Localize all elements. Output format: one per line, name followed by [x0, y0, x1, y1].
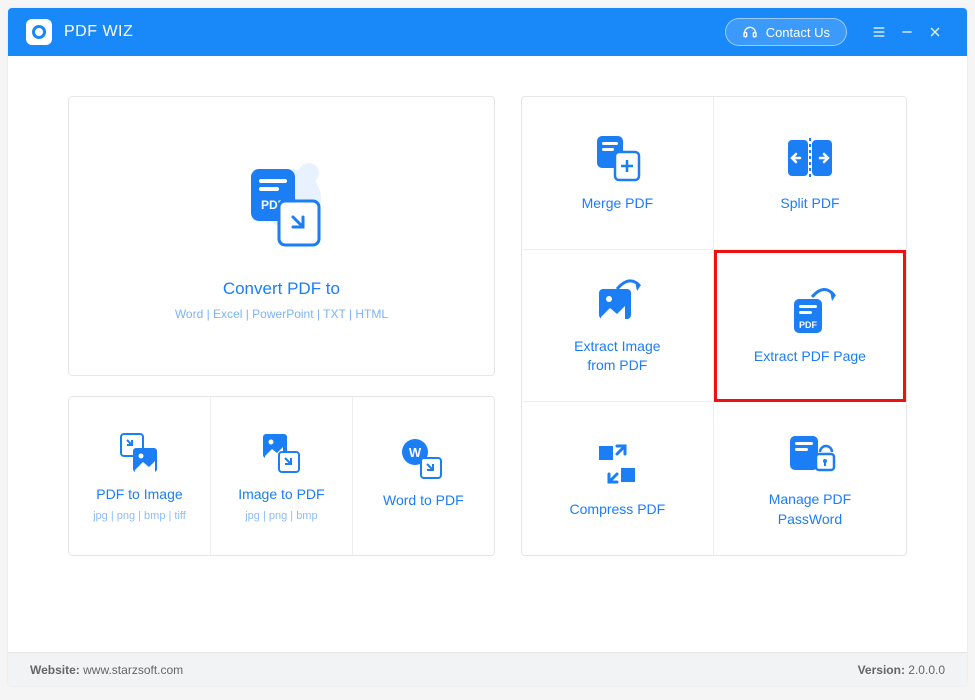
merge-pdf-tile[interactable]: Merge PDF: [522, 97, 714, 250]
extract-pdf-page-tile[interactable]: PDF Extract PDF Page: [714, 250, 906, 403]
contact-us-button[interactable]: Contact Us: [725, 18, 847, 46]
compress-pdf-tile[interactable]: Compress PDF: [522, 402, 714, 555]
convert-pdf-title: Convert PDF to: [223, 279, 340, 299]
app-window: PDF WIZ Contact Us: [8, 8, 967, 686]
pdf-to-image-card[interactable]: PDF to Image jpg | png | bmp | tiff: [69, 397, 211, 555]
headset-icon: [742, 24, 758, 40]
extract-pdf-page-title: Extract PDF Page: [754, 347, 866, 367]
manage-password-title: Manage PDF PassWord: [769, 490, 851, 529]
extract-image-icon: [589, 275, 645, 327]
footer: Website: www.starzsoft.com Version: 2.0.…: [8, 652, 967, 686]
convert-pdf-card[interactable]: PDF Convert PDF to Word | Excel | PowerP…: [68, 96, 495, 376]
app-logo: [26, 19, 52, 45]
menu-button[interactable]: [871, 24, 893, 40]
merge-pdf-title: Merge PDF: [582, 194, 654, 214]
image-to-pdf-icon: [257, 430, 305, 478]
pdf-to-image-title: PDF to Image: [96, 486, 182, 502]
close-button[interactable]: [927, 24, 949, 40]
left-row-card: PDF to Image jpg | png | bmp | tiff Ima: [68, 396, 495, 556]
convert-pdf-subtitle: Word | Excel | PowerPoint | TXT | HTML: [175, 307, 388, 321]
titlebar: PDF WIZ Contact Us: [8, 8, 967, 56]
extract-pdf-page-icon: PDF: [782, 285, 838, 337]
split-pdf-icon: [782, 132, 838, 184]
split-pdf-tile[interactable]: Split PDF: [714, 97, 906, 250]
app-logo-icon: [32, 25, 46, 39]
svg-text:W: W: [409, 445, 422, 460]
content-area: PDF Convert PDF to Word | Excel | PowerP…: [8, 56, 967, 652]
tools-grid: Merge PDF Split PDF: [521, 96, 907, 556]
right-column: Merge PDF Split PDF: [521, 96, 907, 632]
minimize-button[interactable]: [899, 24, 921, 40]
manage-password-tile[interactable]: Manage PDF PassWord: [714, 402, 906, 555]
contact-us-label: Contact Us: [766, 25, 830, 40]
image-to-pdf-sub: jpg | png | bmp: [245, 510, 317, 522]
left-column: PDF Convert PDF to Word | Excel | PowerP…: [68, 96, 495, 632]
compress-pdf-icon: [589, 438, 645, 490]
extract-image-tile[interactable]: Extract Image from PDF: [522, 250, 714, 403]
word-to-pdf-card[interactable]: W Word to PDF: [353, 397, 494, 555]
image-to-pdf-title: Image to PDF: [238, 486, 324, 502]
word-to-pdf-icon: W: [399, 436, 447, 484]
version-value: 2.0.0.0: [908, 663, 945, 677]
version-label: Version:: [858, 663, 909, 677]
extract-image-title: Extract Image from PDF: [574, 337, 660, 376]
svg-text:PDF: PDF: [799, 320, 818, 330]
compress-pdf-title: Compress PDF: [570, 500, 666, 520]
app-title: PDF WIZ: [64, 23, 133, 41]
manage-password-icon: [782, 428, 838, 480]
pdf-to-image-icon: [115, 430, 163, 478]
merge-pdf-icon: [589, 132, 645, 184]
word-to-pdf-title: Word to PDF: [383, 492, 464, 508]
pdf-to-image-sub: jpg | png | bmp | tiff: [93, 510, 186, 522]
website-label: Website:: [30, 663, 83, 677]
image-to-pdf-card[interactable]: Image to PDF jpg | png | bmp: [211, 397, 353, 555]
website-link[interactable]: www.starzsoft.com: [83, 663, 183, 677]
split-pdf-title: Split PDF: [780, 194, 839, 214]
convert-pdf-icon: PDF: [221, 151, 341, 261]
